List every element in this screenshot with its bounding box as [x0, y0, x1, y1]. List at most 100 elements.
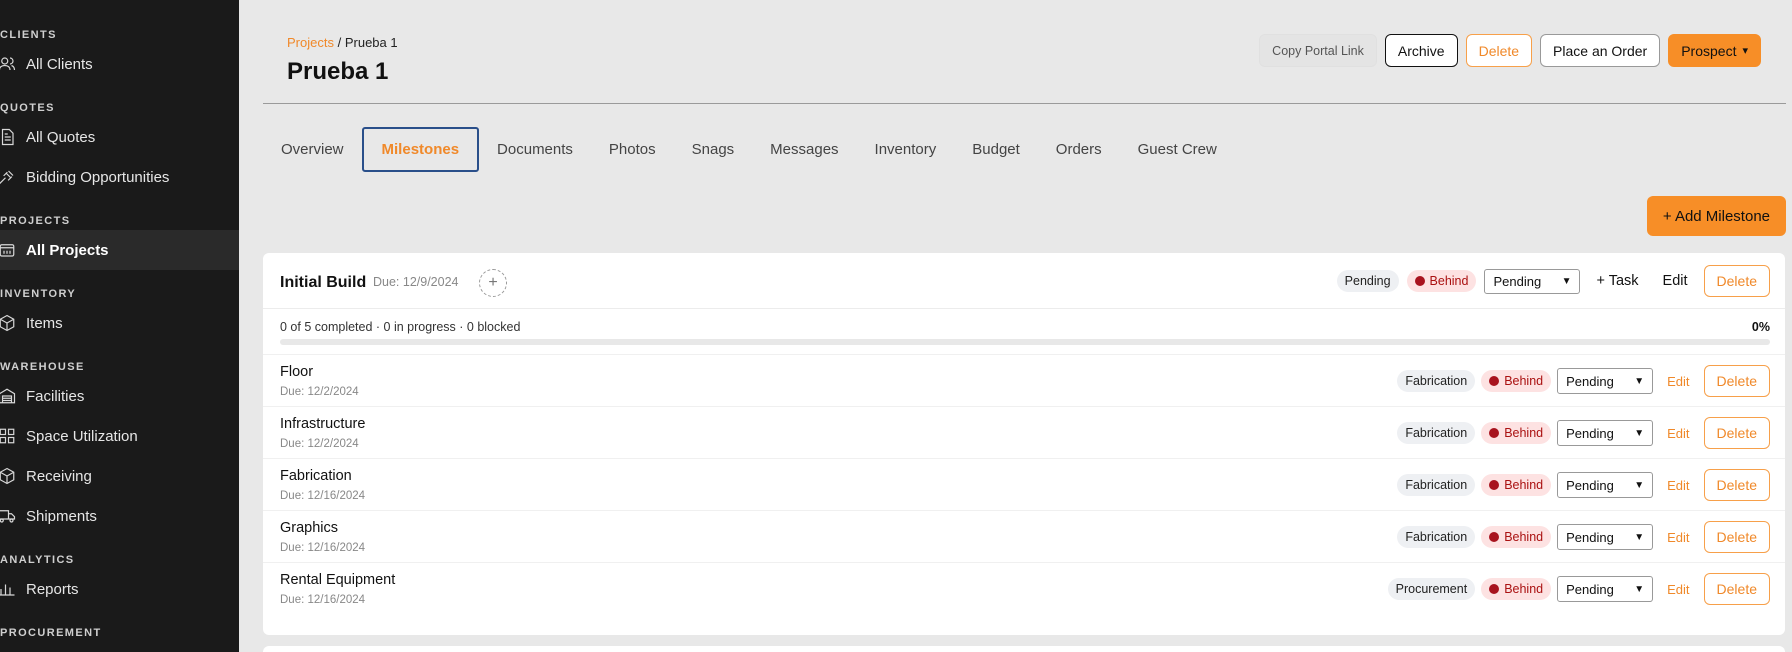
add-task-button[interactable]: + Task: [1588, 273, 1646, 289]
section-label-procurement: PROCUREMENT: [0, 627, 102, 639]
behind-dot-icon: [1489, 428, 1500, 438]
progress-percent: 0%: [1751, 320, 1770, 334]
task-status-value: Pending: [1566, 425, 1614, 441]
tab-overview[interactable]: Overview: [263, 127, 362, 172]
tab-guest-crew[interactable]: Guest Crew: [1120, 127, 1235, 172]
tab-budget[interactable]: Budget: [954, 127, 1038, 172]
tab-orders[interactable]: Orders: [1038, 127, 1120, 172]
progress-summary: 0 of 5 completed · 0 in progress · 0 blo…: [280, 320, 521, 334]
sidebar-item-reports[interactable]: Reports: [0, 569, 239, 609]
edit-task-button[interactable]: Edit: [1659, 478, 1697, 493]
task-actions: Fabrication Behind Pending ▼ Edit Delete: [1397, 417, 1770, 449]
task-status-value: Pending: [1566, 581, 1614, 597]
archive-button[interactable]: Archive: [1384, 34, 1458, 67]
box-icon: [0, 314, 16, 332]
next-milestone-card: [263, 646, 1785, 652]
add-milestone-button[interactable]: + Add Milestone: [1646, 196, 1786, 236]
edit-task-button[interactable]: Edit: [1659, 530, 1697, 545]
sidebar-item-all-quotes[interactable]: All Quotes: [0, 117, 239, 157]
task-name: Graphics: [280, 520, 339, 536]
status-dropdown-button[interactable]: Prospect ▾: [1668, 34, 1761, 67]
behind-badge: Behind: [1481, 422, 1552, 444]
edit-milestone-button[interactable]: Edit: [1655, 273, 1696, 289]
delete-project-button[interactable]: Delete: [1465, 34, 1533, 67]
milestone-status-select[interactable]: Pending ▼: [1484, 268, 1581, 294]
chevron-down-icon: ▼: [1634, 583, 1645, 595]
task-status-select[interactable]: Pending ▼: [1557, 576, 1654, 602]
section-label-inventory: INVENTORY: [0, 288, 77, 300]
sidebar-item-label: Items: [26, 314, 63, 332]
milestone-status-value: Pending: [1493, 273, 1542, 289]
behind-badge-label: Behind: [1504, 426, 1544, 440]
milestone-header: Initial Build Due: 12/9/2024 + Pending B…: [263, 253, 1785, 309]
tab-inventory[interactable]: Inventory: [857, 127, 955, 172]
grid-icon: [0, 427, 16, 445]
sidebar-item-label: All Projects: [26, 241, 109, 259]
sidebar: CLIENTS All Clients QUOTES All Quotes Bi…: [0, 0, 239, 652]
truck-icon: [0, 507, 16, 525]
box-icon: [0, 467, 16, 485]
sidebar-item-all-clients[interactable]: All Clients: [0, 44, 239, 84]
sidebar-item-label: Shipments: [26, 507, 97, 525]
task-actions: Fabrication Behind Pending ▼ Edit Delete: [1397, 365, 1770, 397]
chevron-down-icon: ▼: [1634, 531, 1645, 543]
behind-badge: Behind: [1481, 578, 1552, 600]
tab-messages[interactable]: Messages: [752, 127, 856, 172]
section-label-quotes: QUOTES: [0, 102, 55, 114]
category-badge: Procurement: [1387, 578, 1476, 600]
breadcrumb-projects-link[interactable]: Projects: [287, 35, 334, 50]
delete-task-button[interactable]: Delete: [1703, 469, 1770, 501]
delete-task-button[interactable]: Delete: [1703, 573, 1770, 605]
task-name: Floor: [280, 364, 314, 380]
sidebar-item-shipments[interactable]: Shipments: [0, 496, 239, 536]
chevron-down-icon: ▼: [1634, 479, 1645, 491]
edit-task-button[interactable]: Edit: [1659, 582, 1697, 597]
task-status-select[interactable]: Pending ▼: [1557, 368, 1654, 394]
category-badge: Fabrication: [1397, 422, 1476, 444]
tab-photos[interactable]: Photos: [591, 127, 674, 172]
top-actions: Copy Portal Link Archive Delete Place an…: [1259, 34, 1761, 67]
section-label-warehouse: WAREHOUSE: [0, 361, 85, 373]
sidebar-item-label: All Quotes: [26, 128, 96, 146]
place-order-button[interactable]: Place an Order: [1540, 34, 1661, 67]
behind-dot-icon: [1414, 276, 1425, 286]
delete-task-button[interactable]: Delete: [1703, 417, 1770, 449]
task-row: Floor Due: 12/2/2024 Fabrication Behind …: [263, 354, 1785, 406]
header-divider: [263, 103, 1786, 104]
edit-task-button[interactable]: Edit: [1659, 426, 1697, 441]
tab-documents[interactable]: Documents: [479, 127, 591, 172]
task-status-select[interactable]: Pending ▼: [1557, 524, 1654, 550]
delete-task-button[interactable]: Delete: [1703, 365, 1770, 397]
task-due-date: Due: 12/16/2024: [280, 594, 366, 606]
task-status-select[interactable]: Pending ▼: [1557, 472, 1654, 498]
bar-chart-icon: [0, 580, 16, 598]
milestone-title: Initial Build: [280, 274, 367, 291]
milestone-card: Initial Build Due: 12/9/2024 + Pending B…: [263, 253, 1785, 635]
tab-snags[interactable]: Snags: [674, 127, 753, 172]
breadcrumb: Projects / Prueba 1: [287, 35, 398, 50]
tab-milestones[interactable]: Milestones: [361, 127, 480, 172]
sidebar-item-receiving[interactable]: Receiving: [0, 456, 239, 496]
task-status-value: Pending: [1566, 529, 1614, 545]
task-status-value: Pending: [1566, 477, 1614, 493]
status-badge: Pending: [1336, 270, 1399, 292]
add-assignee-button[interactable]: +: [479, 269, 507, 297]
section-label-clients: CLIENTS: [0, 29, 57, 41]
behind-badge-label: Behind: [1504, 530, 1544, 544]
task-status-select[interactable]: Pending ▼: [1557, 420, 1654, 446]
delete-task-button[interactable]: Delete: [1703, 521, 1770, 553]
project-tabs: Overview Milestones Documents Photos Sna…: [263, 127, 1235, 172]
edit-task-button[interactable]: Edit: [1659, 374, 1697, 389]
copy-portal-link-button[interactable]: Copy Portal Link: [1259, 34, 1377, 67]
delete-milestone-button[interactable]: Delete: [1703, 265, 1770, 297]
task-name: Rental Equipment: [280, 572, 396, 588]
milestone-actions: Pending Behind Pending ▼ + Task Edit Dele…: [1336, 265, 1770, 297]
sidebar-item-items[interactable]: Items: [0, 303, 239, 343]
section-label-projects: PROJECTS: [0, 215, 71, 227]
sidebar-item-bidding-opportunities[interactable]: Bidding Opportunities: [0, 157, 239, 197]
plus-icon: +: [488, 274, 498, 291]
sidebar-item-facilities[interactable]: Facilities: [0, 376, 239, 416]
sidebar-item-label: Space Utilization: [26, 427, 138, 445]
sidebar-item-space-utilization[interactable]: Space Utilization: [0, 416, 239, 456]
sidebar-item-all-projects[interactable]: All Projects: [0, 230, 239, 270]
